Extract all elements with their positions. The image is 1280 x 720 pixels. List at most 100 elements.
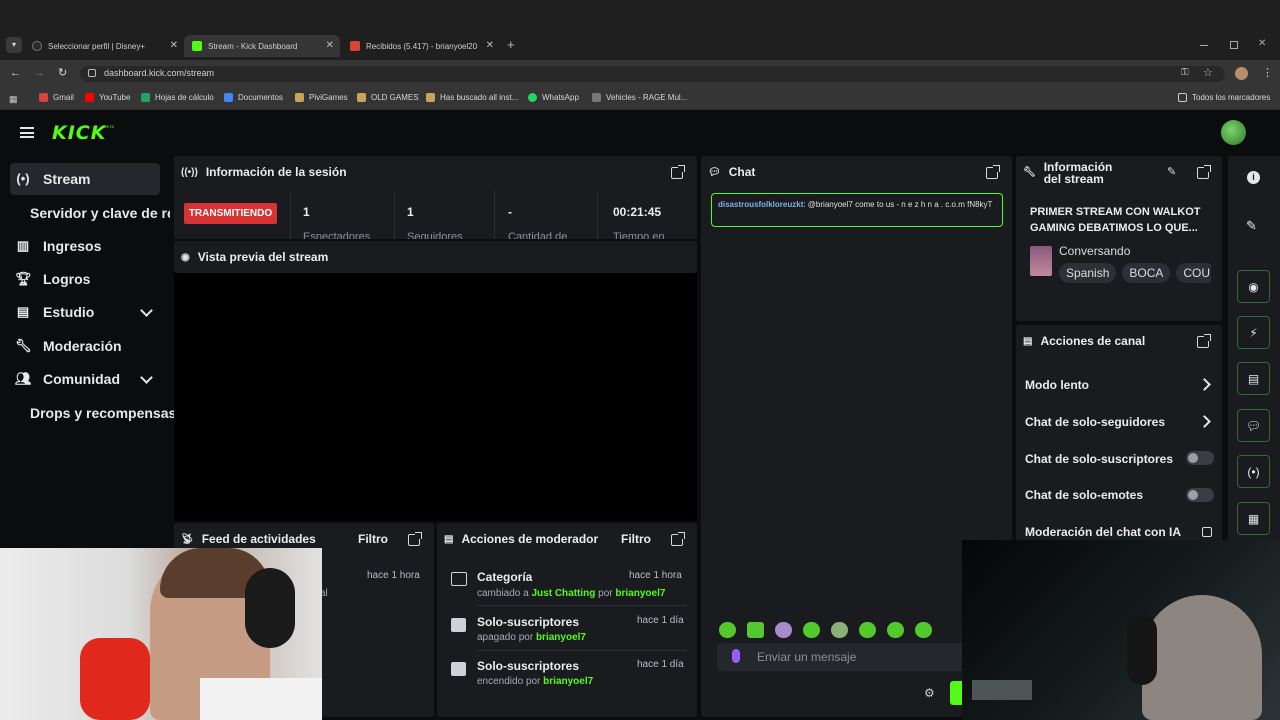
close-tab-icon[interactable]: ✕ [486, 40, 494, 51]
maximize-icon[interactable] [1230, 41, 1238, 49]
rail-preview-button[interactable]: ◉ [1237, 270, 1270, 303]
sidebar-item-drops[interactable]: Drops y recompensas [30, 405, 176, 421]
bookmark-vehicles[interactable]: Vehicles - RAGE Mul... [592, 93, 687, 102]
panel-title: Información del stream [1043, 160, 1113, 186]
slow-mode-option[interactable]: Modo lento [1025, 378, 1089, 392]
emote-icon[interactable] [747, 622, 764, 638]
emote-icon[interactable] [831, 622, 848, 638]
all-bookmarks[interactable]: Todos los marcadores [1178, 93, 1270, 102]
category-link[interactable]: Just Chatting [531, 588, 595, 599]
minimize-icon[interactable] [1200, 45, 1208, 46]
expand-icon[interactable] [1197, 334, 1211, 348]
chat-settings-icon[interactable]: ⚙ [924, 686, 935, 700]
expand-icon[interactable] [1197, 165, 1211, 179]
sidebar-item-stream[interactable]: (•) Stream [15, 171, 90, 187]
emotes-only-toggle[interactable] [1186, 488, 1214, 502]
forward-icon[interactable]: → [34, 67, 45, 79]
sidebar-item-comunidad[interactable]: 👥︎ Comunidad [15, 371, 120, 387]
sidebar-item-logros[interactable]: 🏆︎ Logros [15, 271, 90, 287]
bookmark-sheets[interactable]: Hojas de cálculo [141, 93, 214, 102]
bookmark-whatsapp[interactable]: WhatsApp [528, 93, 579, 102]
stream-uptime: 00:21:45 [613, 205, 662, 219]
panel-title: Información de la sesión [205, 165, 347, 179]
stat-label: Cantidad de [508, 231, 568, 239]
edit-icon[interactable]: ✎ [1246, 218, 1257, 234]
tab-disney[interactable]: Seleccionar perfil | Disney+ ✕ [32, 35, 178, 57]
emote-icon[interactable] [719, 622, 736, 638]
rail-chat-button[interactable]: 💬︎ [1237, 409, 1270, 442]
emote-icon[interactable] [887, 622, 904, 638]
url-field[interactable] [80, 66, 1225, 82]
subscribers-only-toggle[interactable] [1186, 451, 1214, 465]
expand-icon[interactable] [671, 532, 685, 546]
bookmark-youtube[interactable]: YouTube [85, 93, 130, 102]
close-tab-icon[interactable]: ✕ [170, 40, 178, 51]
bookmark-search[interactable]: Has buscado all inst... [426, 93, 518, 102]
activity-time: hace 1 hora [367, 570, 420, 581]
tab-search-button[interactable]: ▾ [6, 37, 22, 53]
panel-title: Acciones de canal [1040, 334, 1146, 348]
expand-icon[interactable] [986, 165, 1000, 179]
bookmark-gmail[interactable]: Gmail [39, 93, 74, 102]
emote-bar [719, 622, 959, 638]
chat-message[interactable]: disastrousfolkloreuzkt: @brianyoel7 come… [711, 193, 1003, 227]
rail-broadcast-button[interactable]: (•) [1237, 455, 1270, 488]
apps-grid-icon[interactable]: ▦ [9, 94, 18, 105]
chat-username[interactable]: disastrousfolkloreuzkt [718, 200, 803, 209]
microphone-icon[interactable] [732, 649, 740, 663]
profile-avatar[interactable] [1235, 67, 1248, 80]
tag-chip[interactable]: BOCA [1122, 263, 1171, 283]
kick-favicon-icon [192, 41, 202, 51]
community-icon: 👥︎ [15, 371, 32, 386]
sidebar-item-moderacion[interactable]: 🔧︎ Moderación [15, 338, 122, 354]
user-avatar[interactable] [1221, 120, 1246, 145]
reload-icon[interactable]: ↻ [58, 66, 67, 79]
sidebar-item-label: Drops y recompensas [30, 405, 177, 421]
url-text: dashboard.kick.com/stream [104, 68, 215, 78]
site-info-icon[interactable] [88, 69, 96, 77]
activity-filter-button[interactable]: Filtro [358, 532, 388, 546]
close-window-icon[interactable]: ✕ [1258, 38, 1266, 49]
bookmark-star-icon[interactable]: ☆ [1203, 66, 1213, 79]
user-link[interactable]: brianyoel7 [615, 588, 665, 599]
tab-gmail[interactable]: Recibidos (5.417) - brianyoel20 ✕ [350, 35, 494, 57]
ai-moderation-option[interactable]: Moderación del chat con IA [1025, 525, 1181, 539]
hamburger-menu-icon[interactable] [20, 127, 34, 138]
emote-icon[interactable] [803, 622, 820, 638]
chat-text: : @brianyoel7 come to us - n e z h n a .… [803, 200, 993, 209]
info-icon[interactable]: i [1247, 171, 1260, 184]
tag-chip[interactable]: COU [1176, 263, 1211, 283]
mod-filter-button[interactable]: Filtro [621, 532, 651, 546]
tag-chip[interactable]: Spanish [1059, 263, 1117, 283]
sidebar-item-ingresos[interactable]: ▥ Ingresos [15, 238, 102, 254]
emote-icon[interactable] [915, 622, 932, 638]
browser-menu-icon[interactable]: ⋮ [1262, 66, 1273, 79]
emote-icon[interactable] [775, 622, 792, 638]
expand-icon[interactable] [671, 165, 685, 179]
rail-notes-button[interactable]: ▤ [1237, 362, 1270, 395]
new-tab-button[interactable]: + [507, 37, 515, 52]
tab-kick-dashboard[interactable]: Stream - Kick Dashboard ✕ [184, 35, 340, 57]
edit-pencil-icon[interactable]: ✎ [1167, 165, 1176, 178]
channel-actions-icon: ▤ [1023, 335, 1033, 347]
bookmark-old-games[interactable]: OLD GAMES [357, 93, 419, 102]
webcam-desk-object [972, 680, 1032, 700]
followers-only-option[interactable]: Chat de solo-seguidores [1025, 415, 1165, 429]
user-link[interactable]: brianyoel7 [543, 676, 593, 687]
webcam-person [1142, 595, 1262, 720]
external-link-icon[interactable] [1202, 527, 1212, 537]
bookmark-pivigames[interactable]: PiviGames [295, 93, 348, 102]
expand-icon[interactable] [408, 532, 422, 546]
user-link[interactable]: brianyoel7 [536, 632, 586, 643]
sidebar-item-server-key[interactable]: Servidor y clave de ret [30, 205, 170, 221]
emote-icon[interactable] [859, 622, 876, 638]
kick-logo[interactable]: KICK [52, 122, 106, 144]
mod-action-time: hace 1 hora [629, 570, 682, 581]
back-icon[interactable]: ← [10, 67, 21, 79]
bookmark-docs[interactable]: Documentos [224, 93, 283, 102]
password-key-icon[interactable]: ⚿ [1181, 67, 1189, 78]
sidebar-item-estudio[interactable]: ▤ Estudio [15, 304, 95, 320]
rail-mod-button[interactable]: ▦ [1237, 502, 1270, 535]
close-tab-icon[interactable]: ✕ [326, 40, 334, 51]
rail-quick-actions-button[interactable]: ⚡︎ [1237, 316, 1270, 349]
